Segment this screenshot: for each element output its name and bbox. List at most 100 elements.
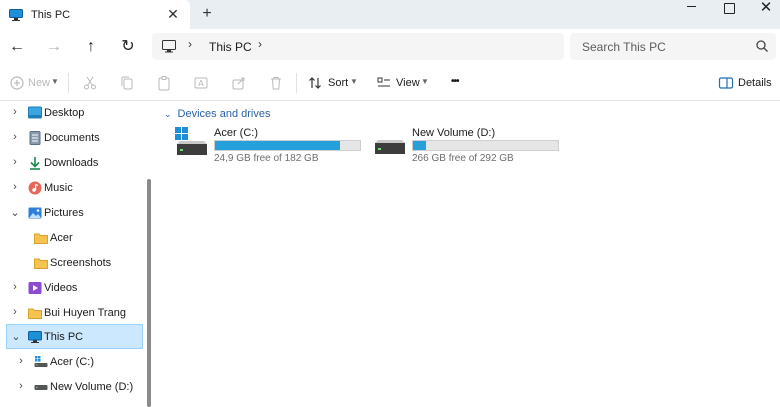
chevron-right-icon[interactable]: › <box>10 131 20 143</box>
sidebar-item-screenshots[interactable]: Screenshots <box>6 251 143 275</box>
sidebar-item-music[interactable]: › Music <box>6 176 143 200</box>
details-pane-icon <box>718 77 734 89</box>
svg-text:A: A <box>198 79 204 88</box>
chevron-down-icon[interactable]: ⌄ <box>11 330 21 343</box>
minimize-button[interactable] <box>672 0 708 18</box>
pc-icon <box>28 331 42 343</box>
videos-icon <box>28 282 42 294</box>
details-button[interactable]: Details <box>738 77 772 89</box>
downloads-icon <box>30 157 40 170</box>
sidebar-item-label: Music <box>44 182 73 194</box>
sidebar-item-pictures[interactable]: ⌄ Pictures <box>6 201 143 225</box>
chevron-down-icon: ▼ <box>421 77 429 86</box>
sidebar-item-label: New Volume (D:) <box>50 381 134 393</box>
view-icon <box>377 77 390 87</box>
new-button[interactable]: New <box>28 77 50 89</box>
windows-drive-icon <box>34 356 48 367</box>
up-button[interactable]: ↑ <box>81 37 101 57</box>
navigation-pane: › Desktop › Documents › Downloads › Musi… <box>0 101 152 407</box>
view-button[interactable]: View <box>396 77 420 89</box>
search-placeholder: Search This PC <box>582 40 666 54</box>
title-bar: This PC ✕ + ✕ <box>0 0 780 29</box>
tab-this-pc[interactable]: This PC <box>0 0 190 29</box>
chevron-right-icon[interactable]: › <box>10 156 20 168</box>
new-tab-button[interactable]: + <box>199 5 215 23</box>
more-options-button[interactable]: ••• <box>451 76 459 87</box>
sidebar-item-acer[interactable]: Acer <box>6 226 143 250</box>
chevron-right-icon[interactable]: › <box>258 37 262 51</box>
close-window-button[interactable]: ✕ <box>748 0 780 18</box>
divider <box>296 73 297 93</box>
address-path[interactable]: This PC <box>209 40 252 54</box>
pc-icon <box>9 8 23 21</box>
chevron-down-icon: ▼ <box>350 77 358 86</box>
drive-icon <box>34 385 48 390</box>
sidebar-item-label: Pictures <box>44 207 84 219</box>
forward-button[interactable]: → <box>44 37 64 57</box>
sidebar-item-label: Desktop <box>44 107 85 119</box>
sidebar-item-label: Documents <box>44 132 100 144</box>
address-bar[interactable]: › This PC › <box>152 33 564 60</box>
desktop-icon <box>28 106 42 119</box>
sidebar-item-new-volume-d[interactable]: › New Volume (D:) <box>6 375 143 399</box>
sidebar-item-label: Videos <box>44 282 78 294</box>
pc-icon <box>162 40 176 53</box>
chevron-right-icon[interactable]: › <box>16 355 26 367</box>
content-pane: ⌄ Devices and drives Acer (C:) 24,9 GB f… <box>158 101 780 407</box>
sidebar-item-bui-huyen-trang[interactable]: › Bui Huyen Trang <box>6 301 143 325</box>
folder-icon <box>34 233 48 244</box>
chevron-right-icon[interactable]: › <box>10 281 20 293</box>
share-icon[interactable] <box>231 75 247 91</box>
chevron-down-icon: ⌄ <box>164 108 172 119</box>
documents-icon <box>29 131 41 145</box>
chevron-down-icon: ▼ <box>51 77 59 86</box>
chevron-right-icon[interactable]: › <box>10 181 20 193</box>
group-label: Devices and drives <box>177 108 271 120</box>
sort-button[interactable]: Sort <box>328 77 348 89</box>
chevron-down-icon[interactable]: ⌄ <box>10 206 20 219</box>
sidebar-item-label: Downloads <box>44 157 99 169</box>
drive-name: Acer (C:) <box>214 127 258 139</box>
sidebar-scrollbar[interactable] <box>147 179 151 407</box>
sidebar-item-documents[interactable]: › Documents <box>6 126 143 150</box>
drive-free-space: 266 GB free of 292 GB <box>412 153 514 164</box>
sidebar-item-downloads[interactable]: › Downloads <box>6 151 143 175</box>
rename-icon[interactable]: A <box>193 75 209 91</box>
search-icon[interactable] <box>755 39 769 53</box>
chevron-right-icon[interactable]: › <box>16 380 26 392</box>
command-bar: New ▼ A Sort ▼ View ▼ ••• Details <box>0 65 780 101</box>
drive-usage-bar <box>412 140 559 151</box>
chevron-right-icon[interactable]: › <box>10 306 20 318</box>
devices-and-drives-header[interactable]: ⌄ Devices and drives <box>164 108 270 120</box>
sidebar-item-label: Acer <box>50 232 73 244</box>
maximize-button[interactable] <box>711 0 747 18</box>
sidebar-item-this-pc[interactable]: ⌄ This PC <box>6 324 143 349</box>
back-button[interactable]: ← <box>7 37 27 57</box>
drive-name: New Volume (D:) <box>412 127 496 139</box>
sidebar-item-label: Bui Huyen Trang <box>44 307 126 319</box>
divider <box>68 73 69 93</box>
drive-free-space: 24,9 GB free of 182 GB <box>214 153 319 164</box>
new-icon <box>10 76 24 90</box>
paste-icon[interactable] <box>156 75 172 91</box>
chevron-right-icon[interactable]: › <box>10 106 20 118</box>
sidebar-item-label: This PC <box>44 331 84 343</box>
windows-drive-icon <box>175 127 207 155</box>
copy-icon[interactable] <box>119 75 135 91</box>
sidebar-item-desktop[interactable]: › Desktop <box>6 101 143 125</box>
cut-icon[interactable] <box>82 75 98 91</box>
drive-icon <box>375 140 405 154</box>
folder-icon <box>28 308 42 319</box>
music-icon <box>28 181 42 195</box>
sidebar-item-acer-c[interactable]: › Acer (C:) <box>6 350 143 374</box>
sidebar-item-videos[interactable]: › Videos <box>6 276 143 300</box>
drive-usage-fill <box>215 141 341 150</box>
drive-tile-d[interactable]: New Volume (D:) 266 GB free of 292 GB <box>373 124 563 164</box>
sidebar-item-label: Screenshots <box>50 257 112 269</box>
delete-icon[interactable] <box>268 75 284 91</box>
drive-tile-c[interactable]: Acer (C:) 24,9 GB free of 182 GB <box>175 124 365 164</box>
search-input[interactable]: Search This PC <box>570 33 776 60</box>
pictures-icon <box>28 207 42 219</box>
close-tab-icon[interactable]: ✕ <box>166 6 180 22</box>
refresh-button[interactable]: ↻ <box>118 37 138 57</box>
